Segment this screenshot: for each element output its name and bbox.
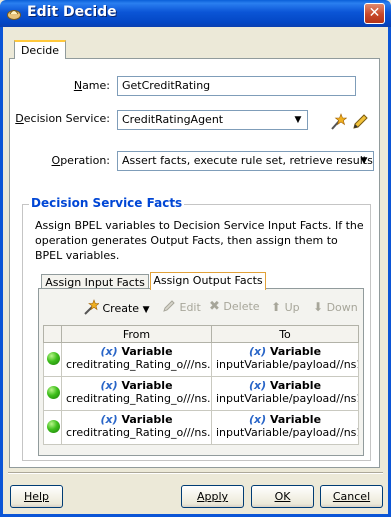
column-header-from[interactable]: From [61,325,212,343]
status-green-icon [47,386,60,399]
to-path: inputVariable/payload//ns1... [216,392,358,405]
row-status-cell [43,410,62,445]
delete-icon: ✖ [209,299,220,314]
tab-decide[interactable]: Decide [14,40,66,59]
table-header: From To [43,325,359,343]
to-cell[interactable]: (x) VariableinputVariable/payload//ns1..… [211,342,359,377]
row-status-cell [43,376,62,411]
create-service-icon[interactable] [329,113,347,131]
cancel-button[interactable]: Cancel [320,485,383,508]
delete-button[interactable]: ✖ Delete [209,299,260,315]
close-button[interactable]: ✕ [364,3,385,24]
ok-button[interactable]: OK [251,485,314,508]
from-cell[interactable]: (x) Variable creditrating_Rating_o///ns..… [61,376,212,411]
to-cell[interactable]: (x) VariableinputVariable/payload//ns1..… [211,410,359,445]
decision-service-label: Decision Service: [15,112,110,125]
to-path: inputVariable/payload//ns1... [216,426,358,439]
status-green-icon [47,352,60,365]
arrow-down-icon: ⬇ [313,300,324,314]
tab-assign-output-facts[interactable]: Assign Output Facts [150,272,266,290]
variable-icon: (x) [248,413,267,426]
status-green-icon [47,420,60,433]
down-button[interactable]: ⬇ Down [313,299,358,315]
divider [8,472,383,474]
app-icon [7,10,21,20]
create-icon [84,299,100,315]
group-title: Decision Service Facts [29,196,185,210]
window-title: Edit Decide [27,4,117,20]
row-status-cell [43,342,62,377]
chevron-down-icon: ▼ [360,156,368,166]
edit-service-icon[interactable] [351,113,369,131]
arrow-up-icon: ⬆ [271,300,282,314]
from-path: creditrating_Rating_o///ns... [66,358,211,371]
table-row[interactable]: (x) Variable creditrating_Rating_o///ns..… [43,410,359,445]
name-label: Name: [73,79,110,92]
from-cell[interactable]: (x) Variable creditrating_Rating_o///ns..… [61,410,212,445]
group-description: Assign BPEL variables to Decision Servic… [35,219,364,262]
column-header-to[interactable]: To [211,325,359,343]
from-cell[interactable]: (x) Variable creditrating_Rating_o///ns..… [61,342,212,377]
operation-select[interactable]: Assert facts, execute rule set, retrieve… [117,151,374,171]
facts-table: From To (x) Variable creditrating_Rating_… [43,325,359,445]
variable-icon: (x) [248,345,267,358]
table-row[interactable]: (x) Variable creditrating_Rating_o///ns..… [43,342,359,377]
chevron-down-icon: ▼ [142,305,150,315]
variable-icon: (x) [100,379,118,392]
create-button[interactable]: Create ▼ [83,299,149,315]
variable-icon: (x) [100,413,118,426]
help-button[interactable]: Help [10,485,63,508]
decision-service-select[interactable]: CreditRatingAgent ▼ [117,110,308,130]
to-path: inputVariable/payload//ns1... [216,358,358,371]
up-button[interactable]: ⬆ Up [271,299,300,315]
table-row[interactable]: (x) Variable creditrating_Rating_o///ns..… [43,376,359,411]
edit-button[interactable]: Edit [162,299,201,315]
apply-button[interactable]: Apply [181,485,244,508]
name-input[interactable]: GetCreditRating [117,76,356,96]
variable-icon: (x) [248,379,267,392]
from-path: creditrating_Rating_o///ns... [66,392,211,405]
to-cell[interactable]: (x) VariableinputVariable/payload//ns1..… [211,376,359,411]
pencil-icon [163,300,175,312]
operation-label: Operation: [51,154,110,167]
variable-icon: (x) [100,345,118,358]
row-selector-header [43,325,62,343]
chevron-down-icon: ▼ [294,115,302,125]
from-path: creditrating_Rating_o///ns... [66,426,211,439]
